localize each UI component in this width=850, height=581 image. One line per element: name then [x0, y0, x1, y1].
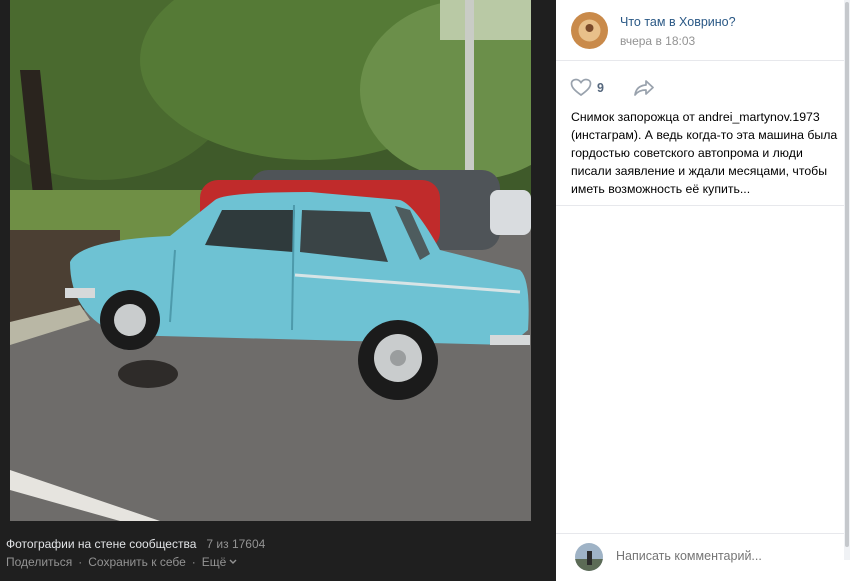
- comment-input[interactable]: [616, 549, 816, 563]
- share-link[interactable]: Поделиться: [6, 555, 72, 569]
- photo-caption: Фотографии на стене сообщества 7 из 17604: [6, 537, 265, 551]
- separator-dot: ·: [191, 555, 196, 569]
- scrollbar-thumb[interactable]: [845, 2, 849, 547]
- photo-actions: Поделиться · Сохранить к себе · Ещё: [6, 555, 237, 569]
- group-name-link[interactable]: Что там в Ховрино?: [620, 15, 736, 29]
- like-count: 9: [597, 80, 604, 95]
- group-avatar[interactable]: [571, 12, 608, 49]
- photo-counter: 7 из 17604: [206, 537, 266, 551]
- divider: [556, 205, 844, 206]
- divider: [556, 533, 844, 534]
- divider: [556, 60, 844, 61]
- chevron-down-icon: [229, 559, 237, 564]
- post-header: Что там в Ховрино? вчера в 18:03: [556, 0, 844, 60]
- photo-viewer: Фотографии на стене сообщества 7 из 17604…: [0, 0, 556, 581]
- album-title[interactable]: Фотографии на стене сообщества: [6, 537, 196, 551]
- more-label: Ещё: [201, 555, 227, 569]
- save-link[interactable]: Сохранить к себе: [88, 555, 186, 569]
- scrollbar[interactable]: [844, 0, 850, 560]
- more-menu[interactable]: Ещё: [202, 555, 238, 569]
- separator-dot: ·: [78, 555, 83, 569]
- share-arrow-icon: [634, 80, 654, 96]
- heart-icon: [570, 78, 592, 97]
- share-button[interactable]: [633, 79, 655, 102]
- post-text: Снимок запорожца от andrei_martynov.1973…: [571, 110, 838, 196]
- post-photo[interactable]: [10, 0, 531, 521]
- user-avatar: [575, 543, 603, 571]
- post-sidebar: Что там в Ховрино? вчера в 18:03 9 Снимо…: [556, 0, 850, 581]
- like-button[interactable]: 9: [570, 78, 604, 97]
- post-timestamp[interactable]: вчера в 18:03: [620, 34, 695, 48]
